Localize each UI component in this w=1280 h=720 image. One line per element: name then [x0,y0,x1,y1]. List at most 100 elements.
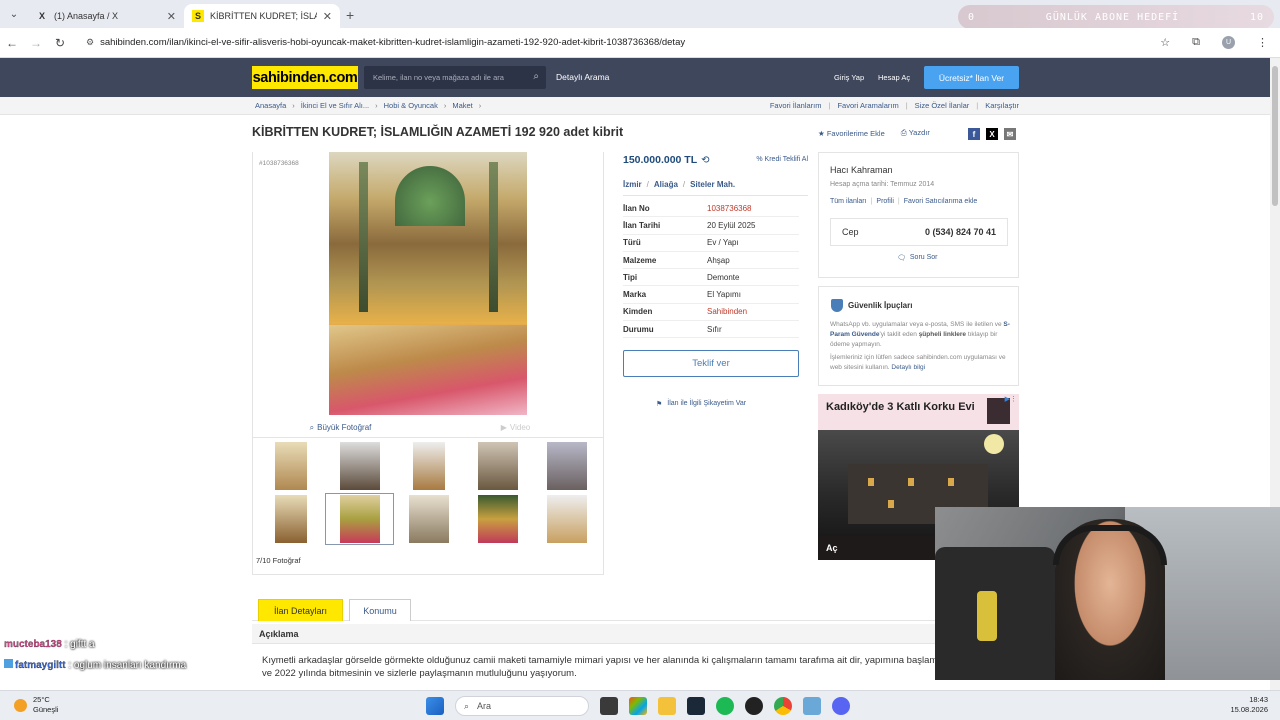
photos-icon[interactable] [629,697,647,715]
all-listings-link[interactable]: Tüm ilanları [830,198,867,205]
site-info-icon[interactable]: ⚙ [86,37,94,48]
compare-link[interactable]: Karşılaştır [985,101,1019,110]
search-input[interactable]: Kelime, ilan no veya mağaza adı ile ara … [364,66,546,89]
thumbnail[interactable] [463,493,532,545]
ask-question-button[interactable]: 🗨 Soru Sor [897,254,938,262]
shield-icon [831,299,843,312]
forward-icon[interactable]: → [24,36,48,50]
make-offer-button[interactable]: Teklif ver [623,350,799,377]
attribute-value: El Yapımı [707,290,741,300]
streamer-webcam [935,507,1280,680]
thumbnail[interactable] [256,440,325,492]
goal-target: 10 [1249,11,1264,23]
breadcrumb-item[interactable]: Hobi & Oyuncak [384,101,438,110]
bookmark-star-icon[interactable]: ☆ [1160,36,1170,49]
ad-title: Kadıköy'de 3 Katlı Korku Evi [826,401,975,413]
seller-name: Hacı Kahraman [830,165,893,175]
spotify-icon[interactable] [716,697,734,715]
chrome-icon[interactable] [774,697,792,715]
thumbnail[interactable] [394,440,463,492]
system-clock[interactable]: 18:43 15.08.2026 [1230,695,1268,715]
breadcrumb-separator: › [443,101,447,110]
location-city[interactable]: İzmir [623,180,642,189]
credit-offer-link[interactable]: % Kredi Teklifi Al [756,156,808,163]
profile-link[interactable]: Profili [876,198,894,205]
profile-avatar[interactable]: U [1222,36,1235,49]
phone-box[interactable]: Cep 0 (534) 824 70 41 [830,218,1008,246]
location-district[interactable]: Aliağa [654,180,678,189]
favorite-searches-link[interactable]: Favori Aramalarım [837,101,898,110]
scrollbar-thumb[interactable] [1272,66,1278,206]
ad-open-button[interactable]: Aç [826,543,838,553]
thumbnail-selected[interactable] [325,493,394,545]
register-link[interactable]: Hesap Aç [878,73,910,82]
extensions-icon[interactable]: ⧉ [1192,36,1200,49]
thumbnail[interactable] [532,493,601,545]
thumbnail[interactable] [463,440,532,492]
windows-start-icon[interactable] [426,697,444,715]
steam-icon[interactable] [687,697,705,715]
mail-icon[interactable]: ✉ [1004,128,1016,140]
x-favicon-icon: X [38,11,45,21]
weather-widget[interactable]: 25°C Güneşli [14,695,58,715]
price-history-icon[interactable]: ⟲ [701,155,709,166]
facebook-icon[interactable]: f [968,128,980,140]
description-header: Açıklama [252,624,1018,644]
star-icon: ★ [818,128,827,138]
url-field[interactable]: ⚙ sahibinden.com/ilan/ikinci-el-ve-sifir… [80,31,1161,54]
main-photo[interactable] [329,152,527,415]
tab-sahibinden[interactable]: S KİBRİTTEN KUDRET; İSLAMLIĞ ✕ [184,4,340,28]
x-share-icon[interactable]: X [986,128,998,140]
media-player-icon[interactable] [745,697,763,715]
safety-text-part: 'yi taklit eden [879,330,919,338]
file-explorer-icon[interactable] [658,697,676,715]
site-logo[interactable]: sahibinden.com [252,66,358,89]
breadcrumb-item[interactable]: Anasayfa [255,101,286,110]
chat-badge-icon [4,659,13,668]
thumbnail[interactable] [325,440,394,492]
report-label: İlan ile İlgili Şikayetim Var [667,400,747,407]
ad-choices-icon[interactable]: ▶⋮ [1005,395,1017,403]
detailed-search-link[interactable]: Detaylı Arama [556,72,609,82]
back-icon[interactable]: ← [0,36,24,50]
reload-icon[interactable]: ↻ [48,36,72,50]
attribute-value: 1038736368 [707,203,752,213]
new-tab-icon[interactable]: + [346,7,354,23]
tab-listing-details[interactable]: İlan Detayları [258,599,343,621]
breadcrumb-item[interactable]: Maket [452,101,472,110]
phone-number: 0 (534) 824 70 41 [924,227,996,237]
share-buttons: f X ✉ [968,128,1016,140]
favorite-listings-link[interactable]: Favori İlanlarım [770,101,822,110]
close-icon[interactable]: ✕ [167,10,176,23]
thumbnail[interactable] [532,440,601,492]
tab-list-icon[interactable]: ⌄ [4,4,24,24]
details-link[interactable]: Detaylı bilgi [891,364,925,371]
breadcrumb-item[interactable]: İkinci El ve Sıfır Alı... [301,101,369,110]
attribute-row: Tipi Demonte [623,269,799,287]
search-icon[interactable]: ⌕ [533,71,539,82]
safety-text-part: WhatsApp vb. uygulamalar veya e-posta, S… [830,321,1004,328]
thumbnail[interactable] [256,493,325,545]
thumbnail-image [477,442,518,490]
print-button[interactable]: ⎙ Yazdır [901,128,930,138]
big-photo-button[interactable]: ⌕ Büyük Fotoğraf [253,418,428,437]
special-listings-link[interactable]: Size Özel İlanlar [915,101,970,110]
report-link[interactable]: ⚑ İlan ile İlgili Şikayetim Var [656,400,746,408]
tab-location[interactable]: Konumu [349,599,411,621]
discord-icon[interactable] [832,697,850,715]
close-icon[interactable]: ✕ [323,10,332,23]
add-favorite-button[interactable]: ★ Favorilerime Ekle [818,129,885,138]
post-ad-button[interactable]: Ücretsiz* İlan Ver [924,66,1019,89]
tab-x[interactable]: X (1) Anasayfa / X ✕ [28,4,184,28]
task-view-icon[interactable] [600,697,618,715]
settings-icon[interactable] [803,697,821,715]
favorite-seller-link[interactable]: Favori Satıcılarıma ekle [904,198,978,205]
thumbnail[interactable] [394,493,463,545]
menu-icon[interactable]: ⋮ [1257,36,1268,49]
location-neighborhood[interactable]: Siteler Mah. [690,180,735,189]
login-link[interactable]: Giriş Yap [834,73,864,82]
play-icon: ▶ [500,423,507,432]
credit-offer-label: Kredi Teklifi Al [764,155,808,163]
taskbar-search[interactable]: ⌕ Ara [455,696,589,716]
